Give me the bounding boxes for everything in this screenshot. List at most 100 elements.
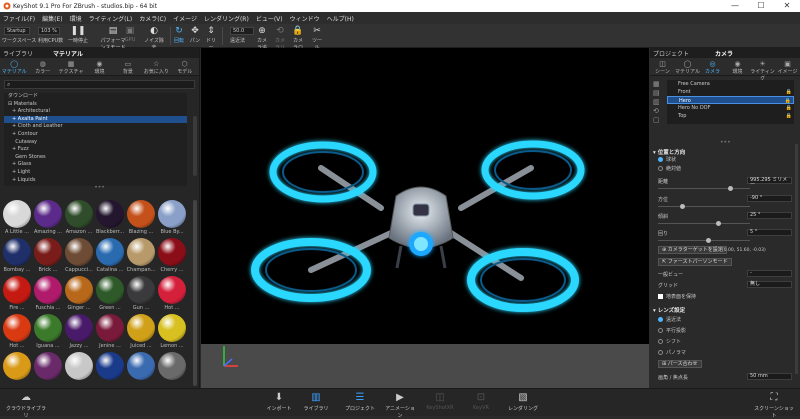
orbit-radio[interactable]: 球状 — [658, 156, 676, 163]
tab-backgrounds[interactable]: ▭ 背景 — [114, 58, 142, 75]
tab-image[interactable]: ▣ イメージ — [775, 58, 800, 75]
material-swatch[interactable]: Fire ... — [2, 276, 32, 314]
tab-scene[interactable]: ◫ シーン — [650, 58, 675, 75]
close-button[interactable]: ✕ — [774, 0, 800, 12]
tab-environment[interactable]: ◉ 環境 — [725, 58, 750, 75]
lock-icon[interactable]: 🔒 — [786, 88, 792, 96]
menu-camera[interactable]: カメラ(C) — [139, 14, 166, 23]
material-swatch[interactable]: Gun ... — [126, 276, 156, 314]
library-button[interactable]: ▥ ライブラリ — [301, 392, 331, 412]
focal-length-field[interactable]: 50 mm — [747, 373, 792, 380]
camera-list-item[interactable]: Free Camera — [667, 80, 794, 88]
material-swatch[interactable] — [126, 352, 156, 388]
tab-camera[interactable]: ◎ カメラ — [700, 58, 725, 75]
lock-icon[interactable]: 🔒 — [786, 104, 792, 112]
thumbnail-scrollbar[interactable] — [193, 200, 197, 386]
material-swatch[interactable]: Jenine ... — [95, 314, 125, 352]
tree-item[interactable]: ⊟ Materials — [4, 101, 187, 109]
tree-item[interactable]: + Glass — [4, 161, 187, 169]
material-swatch[interactable] — [157, 352, 187, 388]
maximize-button[interactable]: ☐ — [748, 0, 774, 12]
grid-select[interactable]: 無し — [747, 281, 792, 288]
camera-header-tab[interactable]: カメラ — [715, 49, 733, 58]
render-button[interactable]: ▧ レンダリング — [508, 392, 538, 412]
menu-image[interactable]: イメージ — [173, 14, 197, 23]
material-swatch[interactable] — [2, 352, 32, 388]
splitter-handle[interactable]: ••• — [0, 185, 199, 191]
project-tab[interactable]: プロジェクト — [653, 49, 689, 58]
tree-item[interactable]: Cutaway — [4, 139, 187, 147]
import-button[interactable]: ⬇ インポート — [264, 392, 294, 412]
keyvr-button[interactable]: ⊡ KeyVR — [468, 392, 494, 411]
material-swatch[interactable]: Lemon ... — [157, 314, 187, 352]
inclination-field[interactable]: 25 ° — [747, 212, 792, 219]
tree-item[interactable]: + Contour — [4, 131, 187, 139]
material-swatch[interactable]: Catalina ... — [95, 238, 125, 276]
material-swatch[interactable] — [95, 352, 125, 388]
splitter-handle[interactable]: ••• — [720, 139, 731, 146]
perspective-radio[interactable]: 遠近法 — [658, 316, 681, 323]
material-swatch[interactable]: Jazzy ... — [64, 314, 94, 352]
menu-view[interactable]: ビュー(V) — [256, 14, 283, 23]
material-swatch[interactable] — [64, 352, 94, 388]
tree-item[interactable]: ダウンロード — [4, 93, 187, 101]
walk-radio[interactable]: 絶対値 — [658, 165, 681, 172]
orthographic-radio[interactable]: 平行投影 — [658, 327, 686, 334]
tab-colors[interactable]: ◍ カラー — [28, 58, 56, 75]
position-section-header[interactable]: ▾ 位置と方向 — [653, 148, 685, 156]
tab-material[interactable]: ◯ マテリアル — [675, 58, 700, 75]
menu-environment[interactable]: 環境 — [70, 14, 82, 23]
distance-slider[interactable] — [658, 186, 750, 191]
first-person-mode-button[interactable]: ⇱ ファーストパーソンモード — [658, 258, 732, 266]
material-swatch[interactable]: Fuschia ... — [33, 276, 63, 314]
material-tab[interactable]: マテリアル — [53, 49, 83, 58]
material-swatch[interactable]: Ginger ... — [64, 276, 94, 314]
twist-field[interactable]: 5 ° — [747, 229, 792, 236]
shift-radio[interactable]: シフト — [658, 338, 681, 345]
material-swatch[interactable]: Champan... — [126, 238, 156, 276]
library-tab[interactable]: ライブラリ — [3, 49, 33, 58]
menu-lighting[interactable]: ライティング(L) — [89, 14, 133, 23]
menu-window[interactable]: ウィンドウ — [290, 14, 320, 23]
gpu-button[interactable]: ▣ GPU — [124, 27, 136, 44]
properties-scrollbar[interactable] — [795, 144, 798, 374]
screenshot-button[interactable]: ⛶ スクリーンショット — [754, 392, 794, 419]
workspace-select[interactable]: Startup — [4, 27, 30, 35]
camera-list-item[interactable]: Hero No DOF 🔒 — [667, 104, 794, 112]
tab-favorites[interactable]: ☆ お気に入り — [142, 58, 170, 75]
camera-lock-icon[interactable]: ▢ — [653, 116, 663, 125]
pan-button[interactable]: ✥ パン — [188, 27, 202, 45]
tab-lighting[interactable]: ☀ ライティング — [750, 58, 775, 82]
menu-help[interactable]: ヘルプ(H) — [327, 14, 354, 23]
material-swatch[interactable]: Hot ... — [2, 314, 32, 352]
menu-edit[interactable]: 編集(E) — [42, 14, 62, 23]
camera-list-item[interactable]: Top 🔒 — [667, 112, 794, 120]
material-swatch[interactable]: Bombay ... — [2, 238, 32, 276]
material-swatch[interactable]: Hot ... — [157, 276, 187, 314]
lens-section-header[interactable]: ▾ レンズ設定 — [653, 306, 685, 314]
keep-ground-checkbox[interactable]: 地表面を保持 — [658, 293, 696, 300]
material-swatch[interactable]: Iguana ... — [33, 314, 63, 352]
tumble-button[interactable]: ↻ 回転 — [172, 27, 186, 45]
cpu-usage-field[interactable]: 103 % — [38, 27, 60, 35]
panorama-radio[interactable]: パノラマ — [658, 349, 686, 356]
tree-scrollbar[interactable] — [193, 116, 197, 176]
tree-item[interactable]: + Architectural — [4, 108, 187, 116]
add-camera-icon[interactable]: ▦ — [653, 80, 663, 89]
azimuth-field[interactable]: -90 ° — [747, 195, 792, 202]
pause-button[interactable]: ❚❚ 一時停止 — [66, 27, 90, 45]
camera-list-item-selected[interactable]: Hero 🔒 — [667, 96, 794, 104]
duplicate-camera-icon[interactable]: ▤ — [653, 89, 663, 98]
material-swatch[interactable]: Blazing ... — [126, 200, 156, 238]
twist-slider[interactable] — [658, 238, 750, 243]
library-search-input[interactable]: ⌕ — [4, 80, 195, 89]
material-swatch[interactable]: Green ... — [95, 276, 125, 314]
delete-camera-icon[interactable]: ▥ — [653, 98, 663, 107]
project-button[interactable]: ☰ プロジェクト — [345, 392, 375, 412]
set-camera-target-button[interactable]: ⊕ カメラターゲットを設定 — [658, 246, 727, 254]
material-swatch[interactable]: Juiced ... — [126, 314, 156, 352]
tree-item[interactable]: + Light — [4, 169, 187, 177]
tab-materials[interactable]: ◯ マテリアル — [0, 58, 28, 75]
material-swatch[interactable] — [33, 352, 63, 388]
tab-environments[interactable]: ◉ 環境 — [85, 58, 113, 75]
